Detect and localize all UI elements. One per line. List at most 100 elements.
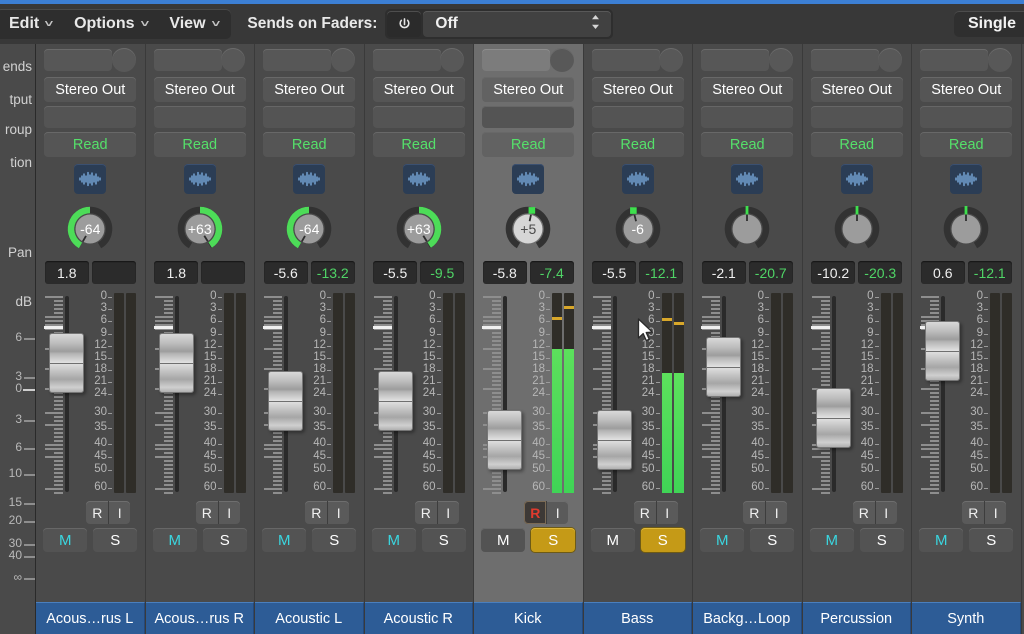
pan-knob[interactable]: -64 <box>281 201 337 257</box>
pan-knob[interactable]: +63 <box>391 201 447 257</box>
automation-mode-button[interactable]: Read <box>153 132 246 157</box>
input-monitor-button[interactable]: I <box>546 501 569 524</box>
group-slot[interactable] <box>920 106 1013 128</box>
mute-button[interactable]: M <box>481 528 526 552</box>
mute-button[interactable]: M <box>700 528 745 552</box>
volume-value[interactable]: -5.8 <box>482 261 527 284</box>
group-slot[interactable] <box>44 106 137 128</box>
send-slot[interactable] <box>482 49 550 71</box>
single-view-button[interactable]: Single <box>953 11 1024 37</box>
channel-strip[interactable]: Stereo Out Read -6 -5.5 -12.1 0 3 6 9 12 15 18 21 24 3… <box>583 44 693 634</box>
input-monitor-button[interactable]: I <box>874 501 897 524</box>
fader-track[interactable] <box>174 296 179 492</box>
input-monitor-button[interactable]: I <box>327 501 350 524</box>
record-enable-button[interactable]: R <box>743 501 766 524</box>
volume-fader[interactable] <box>158 333 194 393</box>
volume-fader[interactable] <box>49 333 84 393</box>
volume-value[interactable]: -5.5 <box>592 261 637 284</box>
send-slot[interactable] <box>920 49 988 71</box>
peak-value[interactable]: -20.3 <box>858 261 903 284</box>
pan-knob[interactable]: +5 <box>500 201 556 257</box>
peak-value[interactable]: -13.2 <box>310 261 355 284</box>
output-button[interactable]: Stereo Out <box>701 77 794 102</box>
track-name[interactable]: Acous…rus L <box>36 602 145 634</box>
send-slot[interactable] <box>591 49 660 71</box>
solo-button[interactable]: S <box>640 528 685 552</box>
pan-knob[interactable]: -64 <box>62 201 118 257</box>
track-name[interactable]: Synth <box>912 602 1021 634</box>
send-level-knob[interactable] <box>111 48 136 72</box>
volume-value[interactable]: 1.8 <box>154 261 199 284</box>
volume-fader[interactable] <box>706 337 741 397</box>
mute-button[interactable]: M <box>43 528 88 552</box>
group-slot[interactable] <box>372 106 465 128</box>
send-level-knob[interactable] <box>330 48 355 72</box>
group-slot[interactable] <box>810 106 903 128</box>
mute-button[interactable]: M <box>152 528 197 552</box>
send-slot[interactable] <box>263 49 331 71</box>
send-level-knob[interactable] <box>440 48 464 72</box>
power-icon[interactable] <box>387 11 422 37</box>
record-enable-button[interactable]: R <box>524 501 547 524</box>
volume-value[interactable]: -10.2 <box>811 261 856 284</box>
track-name[interactable]: Backg…Loop <box>693 602 802 634</box>
volume-value[interactable]: -5.6 <box>263 261 308 284</box>
solo-button[interactable]: S <box>859 528 904 552</box>
pan-knob[interactable] <box>719 201 775 257</box>
send-level-knob[interactable] <box>987 48 1012 72</box>
group-slot[interactable] <box>263 106 356 128</box>
output-button[interactable]: Stereo Out <box>920 77 1013 102</box>
output-button[interactable]: Stereo Out <box>482 77 575 102</box>
mute-button[interactable]: M <box>919 528 964 552</box>
automation-mode-button[interactable]: Read <box>372 132 465 157</box>
track-name[interactable]: Acous…rus R <box>145 602 254 634</box>
pan-knob[interactable] <box>938 201 994 257</box>
send-slot[interactable] <box>44 49 112 71</box>
input-monitor-button[interactable]: I <box>655 501 678 524</box>
mute-button[interactable]: M <box>262 528 307 552</box>
pan-knob[interactable]: -6 <box>610 201 666 257</box>
channel-strip[interactable]: Stereo Out Read +63 -5.5 -9.5 0 3 6 9 12 15 18 21 24 3… <box>364 44 474 634</box>
sends-on-faders-select[interactable]: Off <box>423 11 612 37</box>
output-button[interactable]: Stereo Out <box>153 77 246 102</box>
mute-button[interactable]: M <box>809 528 854 552</box>
pan-knob[interactable]: +63 <box>172 201 228 257</box>
send-slot[interactable] <box>372 49 441 71</box>
send-level-knob[interactable] <box>549 48 574 72</box>
group-slot[interactable] <box>482 106 575 128</box>
audio-waveform-icon[interactable] <box>950 164 983 194</box>
menu-view[interactable]: View ˅ <box>158 11 229 37</box>
peak-value[interactable]: -12.1 <box>639 261 684 284</box>
solo-button[interactable]: S <box>531 528 576 552</box>
mute-button[interactable]: M <box>371 528 416 552</box>
audio-waveform-icon[interactable] <box>512 164 545 194</box>
channel-strip[interactable]: Stereo Out Read +63 1.8 0 3 6 9 12 15 18 21 24 30 35 40… <box>145 44 255 634</box>
volume-fader[interactable] <box>596 410 632 470</box>
output-button[interactable]: Stereo Out <box>263 77 356 102</box>
input-monitor-button[interactable]: I <box>984 501 1007 524</box>
send-level-knob[interactable] <box>768 48 793 72</box>
group-slot[interactable] <box>701 106 794 128</box>
audio-waveform-icon[interactable] <box>402 164 435 194</box>
automation-mode-button[interactable]: Read <box>44 132 137 157</box>
channel-strip[interactable]: Stereo Out Read -64 -5.6 -13.2 0 3 6 9 12 15 18 21 24… <box>255 44 365 634</box>
record-enable-button[interactable]: R <box>962 501 985 524</box>
record-enable-button[interactable]: R <box>305 501 328 524</box>
audio-waveform-icon[interactable] <box>731 164 764 194</box>
record-enable-button[interactable]: R <box>852 501 875 524</box>
volume-value[interactable]: -5.5 <box>373 261 418 284</box>
pan-knob[interactable] <box>829 201 885 257</box>
automation-mode-button[interactable]: Read <box>810 132 903 157</box>
mute-button[interactable]: M <box>590 528 635 552</box>
solo-button[interactable]: S <box>312 528 357 552</box>
volume-value[interactable]: -2.1 <box>701 261 746 284</box>
peak-value[interactable]: -12.1 <box>967 261 1012 284</box>
volume-fader[interactable] <box>487 410 522 470</box>
track-name[interactable]: Percussion <box>802 602 911 634</box>
solo-button[interactable]: S <box>202 528 247 552</box>
audio-waveform-icon[interactable] <box>840 164 873 194</box>
output-button[interactable]: Stereo Out <box>44 77 137 102</box>
output-button[interactable]: Stereo Out <box>591 77 684 102</box>
volume-fader[interactable] <box>377 371 413 431</box>
track-name[interactable]: Bass <box>583 602 692 634</box>
